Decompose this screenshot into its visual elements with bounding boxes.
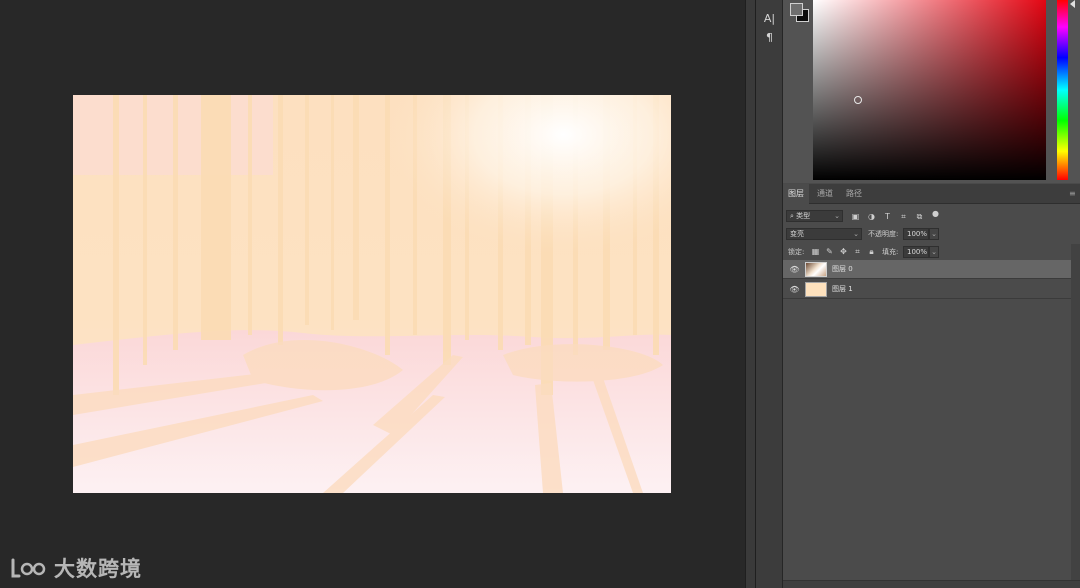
fill-input[interactable]: 100% bbox=[903, 246, 929, 258]
visibility-eye-icon[interactable]: 👁︎ bbox=[789, 284, 800, 295]
photoshop-window: 大数跨境 A| ¶ 图层 通道 路径 ≡ ⌕ 类型 ⌄ ▣ ◑ T ⌗ ⧉ ● … bbox=[0, 0, 1080, 588]
blend-mode-value: 变亮 bbox=[790, 230, 804, 238]
lock-position-icon[interactable]: ✥ bbox=[838, 246, 849, 257]
visibility-eye-icon[interactable]: 👁︎ bbox=[789, 264, 800, 275]
opacity-input[interactable]: 100% bbox=[903, 228, 929, 240]
layers-bottom-toolbar bbox=[783, 580, 1080, 588]
layer-filter-row: ⌕ 类型 ⌄ ▣ ◑ T ⌗ ⧉ ● bbox=[783, 207, 1080, 225]
document-canvas[interactable] bbox=[73, 95, 671, 493]
panel-divider[interactable] bbox=[745, 0, 756, 588]
lock-label: 锁定: bbox=[788, 248, 805, 256]
image-filter-icon[interactable]: ▣ bbox=[850, 211, 861, 222]
shape-filter-icon[interactable]: ⌗ bbox=[898, 211, 909, 222]
layer-name[interactable]: 图层 0 bbox=[832, 264, 853, 275]
lock-fill-row: 锁定: ▦ ✎ ✥ ⌗ 🔒︎ 填充: 100% ⌄ bbox=[783, 243, 1080, 261]
layer-name[interactable]: 图层 1 bbox=[832, 284, 853, 295]
tab-layers[interactable]: 图层 bbox=[783, 184, 809, 204]
document-workspace[interactable]: 大数跨境 bbox=[0, 0, 745, 588]
color-panel bbox=[783, 0, 1080, 183]
layers-panel-tabs: 图层 通道 路径 ≡ bbox=[783, 184, 1080, 204]
panel-icon-column: A| ¶ bbox=[756, 0, 783, 588]
layers-scrollbar[interactable] bbox=[1071, 244, 1080, 588]
tab-paths[interactable]: 路径 bbox=[841, 184, 867, 204]
lock-image-pixels-icon[interactable]: ✎ bbox=[824, 246, 835, 257]
layer-row[interactable]: 👁︎ 图层 0 bbox=[783, 260, 1071, 279]
smartobject-filter-icon[interactable]: ⧉ bbox=[914, 211, 925, 222]
search-icon: ⌕ bbox=[790, 212, 794, 220]
character-panel-button[interactable]: A| bbox=[760, 10, 779, 27]
layer-thumbnail bbox=[805, 282, 827, 297]
fill-label: 填充: bbox=[882, 248, 899, 256]
layer-filter-label: 类型 bbox=[796, 212, 811, 220]
watermark-logo-icon bbox=[11, 558, 46, 578]
foreground-color-swatch[interactable] bbox=[790, 3, 803, 16]
type-filter-icon[interactable]: T bbox=[882, 211, 893, 222]
layers-panel: 图层 通道 路径 ≡ ⌕ 类型 ⌄ ▣ ◑ T ⌗ ⧉ ● 变亮 ⌄ 不透明度:… bbox=[783, 184, 1080, 588]
paragraph-panel-button[interactable]: ¶ bbox=[760, 29, 779, 46]
canvas-image bbox=[73, 95, 671, 493]
chevron-down-icon: ⌄ bbox=[834, 212, 840, 220]
filter-toggle-icon[interactable]: ● bbox=[930, 208, 941, 219]
lock-artboard-icon[interactable]: ⌗ bbox=[852, 246, 863, 257]
layer-row[interactable]: 👁︎ 图层 1 bbox=[783, 280, 1071, 299]
hue-slider-handle[interactable] bbox=[1070, 0, 1075, 8]
lock-transparent-pixels-icon[interactable]: ▦ bbox=[810, 246, 821, 257]
opacity-dropdown-button[interactable]: ⌄ bbox=[929, 228, 939, 240]
watermark: 大数跨境 bbox=[10, 552, 142, 584]
panel-menu-icon[interactable]: ≡ bbox=[1069, 190, 1077, 198]
layer-thumbnail bbox=[805, 262, 827, 277]
opacity-label: 不透明度: bbox=[868, 230, 899, 238]
hue-slider[interactable] bbox=[1057, 0, 1068, 180]
fill-dropdown-button[interactable]: ⌄ bbox=[929, 246, 939, 258]
watermark-text: 大数跨境 bbox=[54, 557, 142, 581]
lock-all-icon[interactable]: 🔒︎ bbox=[866, 246, 877, 257]
color-picker-cursor[interactable] bbox=[854, 96, 862, 104]
color-picker-field[interactable] bbox=[813, 0, 1046, 180]
adjustment-filter-icon[interactable]: ◑ bbox=[866, 211, 877, 222]
blend-opacity-row: 变亮 ⌄ 不透明度: 100% ⌄ bbox=[783, 225, 1080, 243]
tab-channels[interactable]: 通道 bbox=[812, 184, 838, 204]
blend-mode-select[interactable]: 变亮 ⌄ bbox=[786, 228, 862, 240]
right-panel-dock: 图层 通道 路径 ≡ ⌕ 类型 ⌄ ▣ ◑ T ⌗ ⧉ ● 变亮 ⌄ 不透明度:… bbox=[783, 0, 1080, 588]
layer-filter-select[interactable]: ⌕ 类型 ⌄ bbox=[786, 210, 843, 222]
chevron-down-icon: ⌄ bbox=[853, 230, 859, 238]
